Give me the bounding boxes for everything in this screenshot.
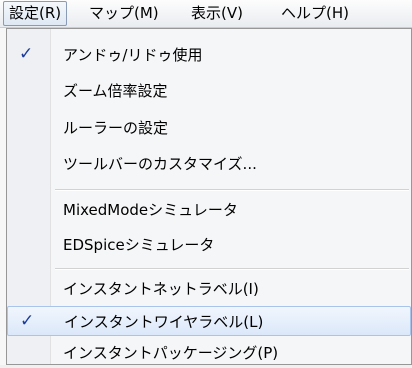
menu-item-label: インスタントワイヤラベル(L) xyxy=(64,313,264,331)
menu-item-label: ツールバーのカスタマイズ... xyxy=(63,155,257,173)
menu-item-label: インスタントネットラベル(I) xyxy=(63,280,259,298)
menu-item-label: アンドゥ/リドゥ使用 xyxy=(63,46,203,64)
menu-settings[interactable]: 設定(R) xyxy=(3,1,68,26)
check-icon: ✓ xyxy=(19,44,34,64)
menu-separator xyxy=(55,189,409,191)
menu-item-instant-net-label[interactable]: インスタントネットラベル(I) xyxy=(7,274,411,304)
menu-item-undo-redo[interactable]: ✓ アンドゥ/リドゥ使用 xyxy=(7,40,411,70)
menu-item-label: インスタントパッケージング(P) xyxy=(63,344,279,362)
check-icon: ✓ xyxy=(20,311,35,331)
menu-item-customize-toolbar[interactable]: ツールバーのカスタマイズ... xyxy=(7,149,411,179)
menu-item-ruler-settings[interactable]: ルーラーの設定 xyxy=(7,113,411,143)
menu-item-label: MixedModeシミュレータ xyxy=(63,201,238,219)
menu-separator xyxy=(55,268,409,270)
menu-item-mixedmode-simulator[interactable]: MixedModeシミュレータ xyxy=(7,195,411,225)
menu-item-instant-wire-label[interactable]: ✓ インスタントワイヤラベル(L) xyxy=(7,306,411,336)
menu-help[interactable]: ヘルプ(H) xyxy=(276,1,354,26)
menu-view[interactable]: 表示(V) xyxy=(186,1,248,26)
menu-item-instant-packaging[interactable]: インスタントパッケージング(P) xyxy=(7,338,411,368)
menu-bar: 設定(R) マップ(M) 表示(V) ヘルプ(H) xyxy=(0,0,412,28)
menu-item-label: EDSpiceシミュレータ xyxy=(63,236,215,254)
menu-map[interactable]: マップ(M) xyxy=(84,1,164,26)
menu-item-label: ルーラーの設定 xyxy=(63,119,169,137)
menu-item-zoom-ratio[interactable]: ズーム倍率設定 xyxy=(7,76,411,106)
settings-dropdown-menu: ✓ アンドゥ/リドゥ使用 ズーム倍率設定 ルーラーの設定 ツールバーのカスタマイ… xyxy=(6,28,412,365)
menu-item-edspice-simulator[interactable]: EDSpiceシミュレータ xyxy=(7,230,411,260)
menu-item-label: ズーム倍率設定 xyxy=(63,82,168,100)
